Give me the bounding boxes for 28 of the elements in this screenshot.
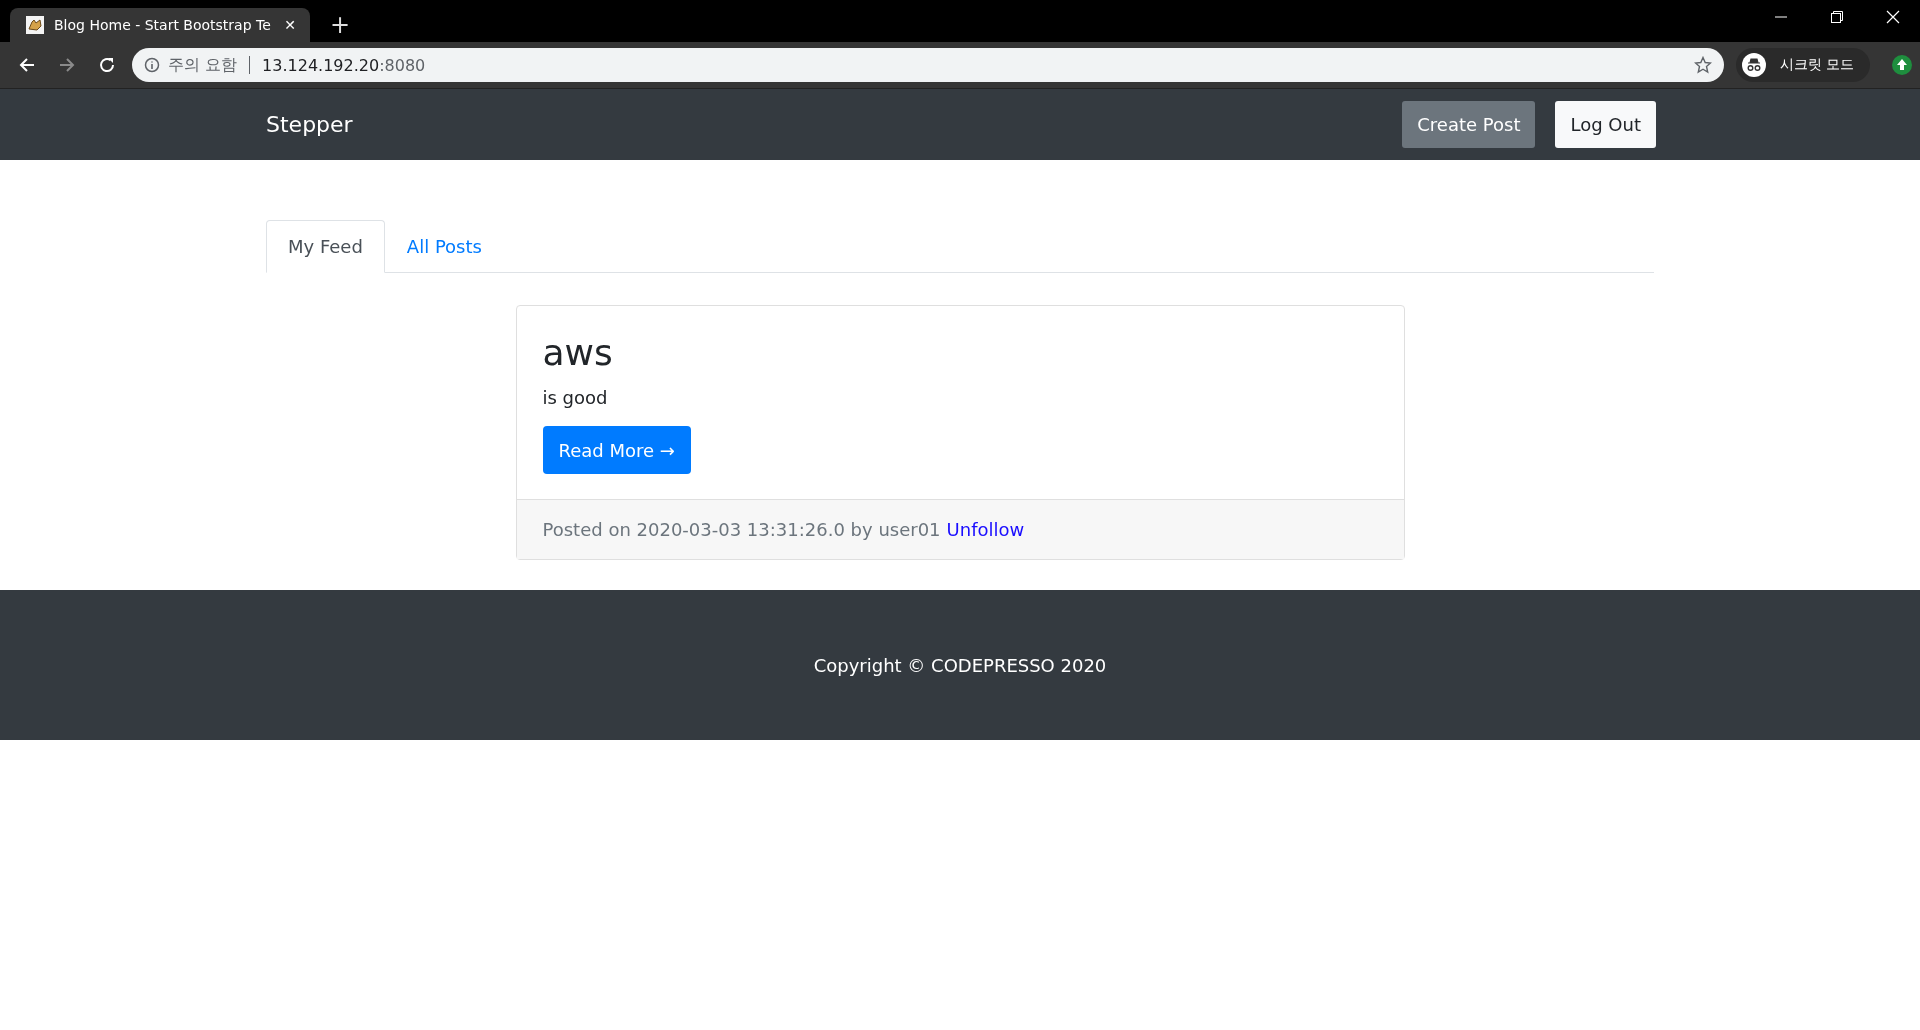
security-label: 주의 요함 bbox=[168, 54, 238, 76]
reload-icon[interactable] bbox=[98, 56, 116, 74]
log-out-button[interactable]: Log Out bbox=[1555, 101, 1656, 148]
info-icon bbox=[144, 57, 160, 73]
star-icon[interactable] bbox=[1693, 56, 1712, 74]
forward-icon[interactable] bbox=[58, 56, 76, 74]
tab-title: Blog Home - Start Bootstrap Te bbox=[54, 17, 272, 33]
create-post-button[interactable]: Create Post bbox=[1402, 101, 1536, 148]
read-more-button[interactable]: Read More → bbox=[542, 426, 691, 474]
close-icon[interactable] bbox=[1886, 10, 1900, 24]
post-title: aws bbox=[542, 332, 614, 373]
address-bar[interactable]: 주의 요함 13.124.192.20:8080 bbox=[132, 48, 1724, 82]
unfollow-link[interactable]: Unfollow bbox=[946, 519, 1025, 540]
url-text: 13.124.192.20:8080 bbox=[262, 55, 427, 75]
browser-tab[interactable]: Blog Home - Start Bootstrap Te ✕ bbox=[10, 8, 310, 42]
post-meta: Posted on 2020-03-03 13:31:26.0 by user01 bbox=[542, 519, 941, 540]
incognito-badge[interactable]: 시크릿 모드 bbox=[1735, 48, 1870, 82]
incognito-icon bbox=[1741, 53, 1766, 77]
back-icon[interactable] bbox=[18, 56, 36, 74]
feed-tab[interactable]: My Feed bbox=[266, 220, 385, 273]
close-tab-button[interactable]: ✕ bbox=[284, 17, 296, 33]
brand-link[interactable]: Stepper bbox=[266, 112, 353, 137]
update-icon[interactable] bbox=[1892, 55, 1912, 75]
post-excerpt: is good bbox=[542, 387, 609, 408]
restore-icon[interactable] bbox=[1830, 10, 1844, 24]
new-tab-button[interactable]: + bbox=[330, 12, 351, 38]
feed-tab[interactable]: All Posts bbox=[384, 220, 504, 273]
copyright-text: Copyright © CODEPRESSO 2020 bbox=[813, 654, 1107, 676]
